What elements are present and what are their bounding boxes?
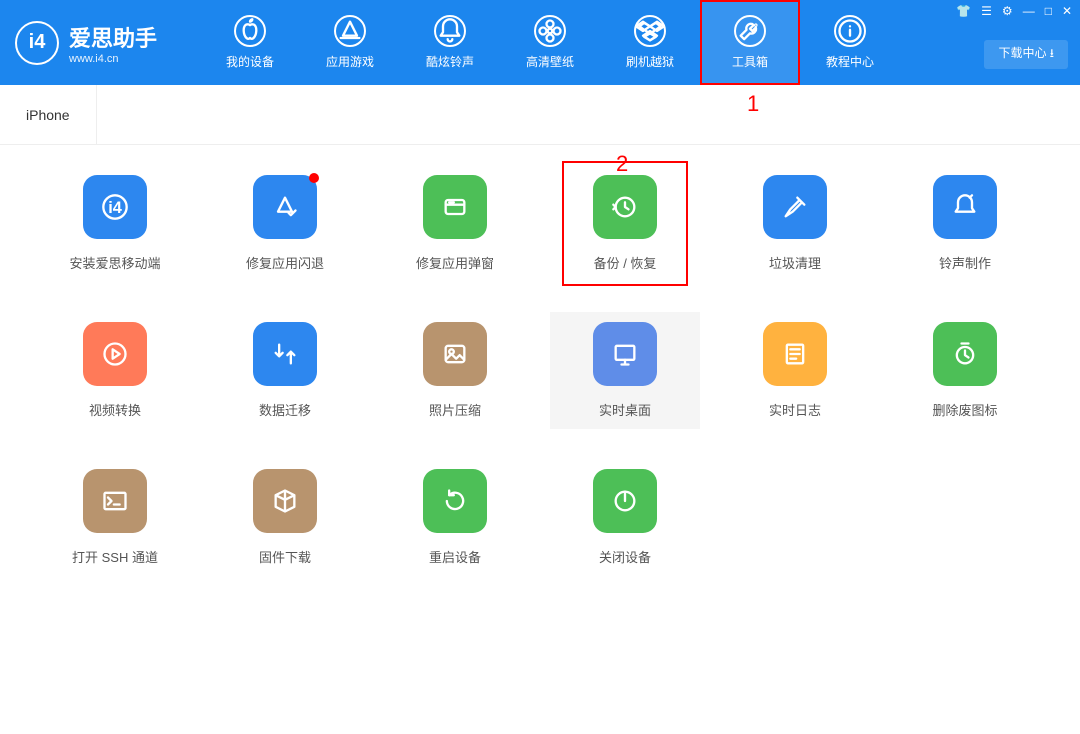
nav-label: 刷机越狱 [626, 53, 674, 70]
cube-icon [253, 469, 317, 533]
close-button[interactable]: ✕ [1062, 4, 1072, 18]
tool-cube[interactable]: 固件下载 [210, 459, 360, 576]
feedback-icon[interactable]: ☰ [981, 4, 992, 18]
nav-label: 酷炫铃声 [426, 53, 474, 70]
tool-label: 数据迁移 [259, 400, 311, 419]
tool-ring[interactable]: 铃声制作 [890, 165, 1040, 282]
tool-appleid[interactable]: 修复应用弹窗 [380, 165, 530, 282]
logo-icon: i4 [15, 21, 59, 65]
svg-text:i4: i4 [108, 199, 122, 217]
nav-label: 工具箱 [732, 53, 768, 70]
tool-label: 删除废图标 [932, 400, 997, 419]
tshirt-icon[interactable]: 👕 [956, 4, 971, 18]
dropbox-icon [634, 15, 666, 47]
app-logo: i4 爱思助手 www.i4.cn [0, 21, 200, 65]
tool-label: 固件下载 [259, 547, 311, 566]
transfer-icon [253, 322, 317, 386]
tool-label: 实时桌面 [599, 400, 651, 419]
tool-monitor[interactable]: 实时桌面 [550, 312, 700, 429]
appcheck-icon [253, 175, 317, 239]
nav-label: 我的设备 [226, 53, 274, 70]
tool-play[interactable]: 视频转换 [40, 312, 190, 429]
tool-photo[interactable]: 照片压缩 [380, 312, 530, 429]
tools-grid: i4 安装爱思移动端 修复应用闪退 修复应用弹窗 备份 / 恢复 垃圾清理 铃声制作视频转换… [0, 145, 1080, 596]
tool-restart[interactable]: 重启设备 [380, 459, 530, 576]
ring-icon [933, 175, 997, 239]
tool-backup[interactable]: 备份 / 恢复 [550, 165, 700, 282]
device-tabbar: iPhone [0, 85, 1080, 145]
app-header: i4 爱思助手 www.i4.cn 我的设备 应用游戏 酷炫铃声 高清壁纸 刷机越狱 工具… [0, 0, 1080, 85]
tool-label: 照片压缩 [429, 400, 481, 419]
tool-label: 修复应用闪退 [246, 253, 324, 272]
bell-icon [434, 15, 466, 47]
play-icon [83, 322, 147, 386]
photo-icon [423, 322, 487, 386]
main-nav: 我的设备 应用游戏 酷炫铃声 高清壁纸 刷机越狱 工具箱 教程中心 [200, 0, 900, 85]
ssh-icon [83, 469, 147, 533]
appleid-icon [423, 175, 487, 239]
tool-label: 安装爱思移动端 [69, 253, 160, 272]
tool-label: 实时日志 [769, 400, 821, 419]
nav-info[interactable]: 教程中心 [800, 0, 900, 85]
apple-icon [234, 15, 266, 47]
nav-wrench[interactable]: 工具箱 [700, 0, 800, 85]
window-controls: 👕 ☰ ⚙ — □ ✕ [956, 4, 1072, 18]
nav-label: 应用游戏 [326, 53, 374, 70]
nav-apple[interactable]: 我的设备 [200, 0, 300, 85]
tool-broom[interactable]: 垃圾清理 [720, 165, 870, 282]
notification-dot [309, 173, 319, 183]
timer-icon [933, 322, 997, 386]
nav-label: 高清壁纸 [526, 53, 574, 70]
tool-power[interactable]: 关闭设备 [550, 459, 700, 576]
tool-label: 打开 SSH 通道 [72, 547, 158, 566]
broom-icon [763, 175, 827, 239]
tool-ssh[interactable]: 打开 SSH 通道 [40, 459, 190, 576]
maximize-button[interactable]: □ [1045, 4, 1052, 18]
nav-flower[interactable]: 高清壁纸 [500, 0, 600, 85]
tool-transfer[interactable]: 数据迁移 [210, 312, 360, 429]
nav-label: 教程中心 [826, 53, 874, 70]
minimize-button[interactable]: — [1023, 4, 1035, 18]
monitor-icon [593, 322, 657, 386]
tool-appcheck[interactable]: 修复应用闪退 [210, 165, 360, 282]
tool-label: 铃声制作 [939, 253, 991, 272]
tool-label: 垃圾清理 [769, 253, 821, 272]
info-icon [834, 15, 866, 47]
nav-dropbox[interactable]: 刷机越狱 [600, 0, 700, 85]
settings-icon[interactable]: ⚙ [1002, 4, 1013, 18]
tool-log[interactable]: 实时日志 [720, 312, 870, 429]
flower-icon [534, 15, 566, 47]
backup-icon [593, 175, 657, 239]
i4-icon: i4 [83, 175, 147, 239]
tool-label: 视频转换 [89, 400, 141, 419]
app-title: 爱思助手 [69, 21, 157, 53]
log-icon [763, 322, 827, 386]
restart-icon [423, 469, 487, 533]
tab-iphone[interactable]: iPhone [0, 85, 97, 144]
tool-label: 备份 / 恢复 [594, 253, 657, 272]
app-subtitle: www.i4.cn [69, 53, 157, 65]
tool-i4[interactable]: i4 安装爱思移动端 [40, 165, 190, 282]
tool-label: 修复应用弹窗 [416, 253, 494, 272]
wrench-icon [734, 15, 766, 47]
tool-timer[interactable]: 删除废图标 [890, 312, 1040, 429]
nav-bell[interactable]: 酷炫铃声 [400, 0, 500, 85]
appstore-icon [334, 15, 366, 47]
download-center-button[interactable]: 下载中心 ⭳ [984, 40, 1068, 69]
tool-label: 重启设备 [429, 547, 481, 566]
power-icon [593, 469, 657, 533]
nav-appstore[interactable]: 应用游戏 [300, 0, 400, 85]
tool-label: 关闭设备 [599, 547, 651, 566]
